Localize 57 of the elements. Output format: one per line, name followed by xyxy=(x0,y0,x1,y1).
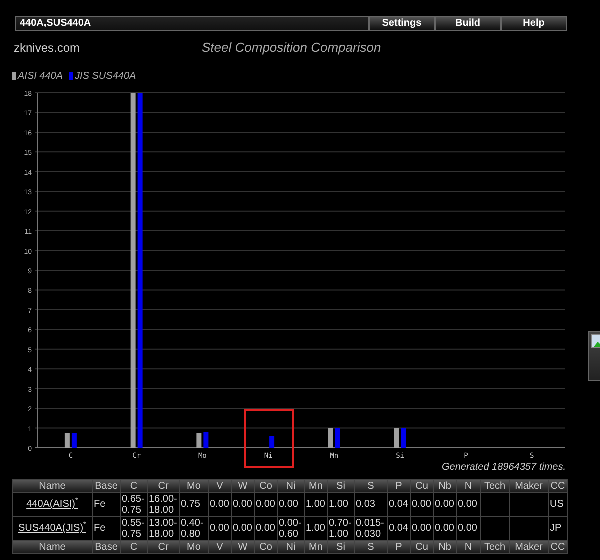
bar xyxy=(335,428,340,448)
table-cell: US xyxy=(548,492,568,516)
table-cell: 0.00 xyxy=(278,492,304,516)
column-header: W xyxy=(232,480,254,492)
menu-button[interactable]: Settings xyxy=(369,16,435,31)
bar xyxy=(401,428,406,448)
legend-label: AISI 440A xyxy=(18,70,64,84)
column-header: CC xyxy=(548,480,568,492)
column-header: Cu xyxy=(410,480,434,492)
column-header: C xyxy=(120,480,148,492)
menu-button[interactable]: Help xyxy=(501,16,567,31)
column-header: Mo xyxy=(180,480,208,492)
table-cell: 0.03 xyxy=(354,492,388,516)
table-cell: 0.00 xyxy=(434,492,456,516)
table-cell: 1.00 xyxy=(328,492,354,516)
bar xyxy=(64,433,70,448)
column-header: S xyxy=(354,480,388,492)
column-header: Name xyxy=(12,540,92,554)
column-header: Base xyxy=(92,480,120,492)
column-header: Maker xyxy=(510,480,548,492)
table-cell: Fe xyxy=(92,492,120,516)
bar xyxy=(270,436,275,448)
menu-button[interactable]: Build xyxy=(435,16,501,31)
column-header: Cr xyxy=(148,480,180,492)
column-header: Tech xyxy=(480,480,510,492)
table-cell: 0.00 xyxy=(456,492,480,516)
image-icon xyxy=(591,334,600,348)
column-header: P xyxy=(388,480,410,492)
column-header: Co xyxy=(254,480,278,492)
table-cell: 0.00 xyxy=(254,492,278,516)
table-cell: 0.00 xyxy=(208,492,232,516)
legend-label: JIS SUS440A xyxy=(75,70,136,84)
column-header: V xyxy=(208,480,232,492)
bar xyxy=(394,428,400,448)
table-cell: 0.00 xyxy=(232,492,254,516)
column-header: Mn xyxy=(304,480,328,492)
site-name: zknives.com xyxy=(14,40,82,57)
column-header: S xyxy=(354,540,388,554)
generated-count: Generated 18964357 times. xyxy=(442,461,566,475)
column-header: N xyxy=(456,480,480,492)
column-header: Ni xyxy=(278,480,304,492)
bar xyxy=(72,433,77,448)
column-header: Maker xyxy=(510,540,548,554)
table-cell: 1.00 xyxy=(304,492,328,516)
table-cell: 0.65-0.75 xyxy=(120,492,148,516)
column-header: Si xyxy=(328,480,354,492)
bar xyxy=(204,432,209,448)
column-header: Name xyxy=(12,480,92,492)
table-cell: 16.00-18.00 xyxy=(148,492,180,516)
table-cell: 0.00 xyxy=(410,492,434,516)
column-header: Nb xyxy=(434,480,456,492)
title-field: 440A,SUS440A xyxy=(15,16,369,31)
table-cell: 0.75 xyxy=(180,492,208,516)
table-cell: 0.04 xyxy=(388,492,410,516)
bar xyxy=(196,433,202,448)
chart-title: Steel Composition Comparison xyxy=(202,38,382,57)
bar xyxy=(328,428,334,448)
